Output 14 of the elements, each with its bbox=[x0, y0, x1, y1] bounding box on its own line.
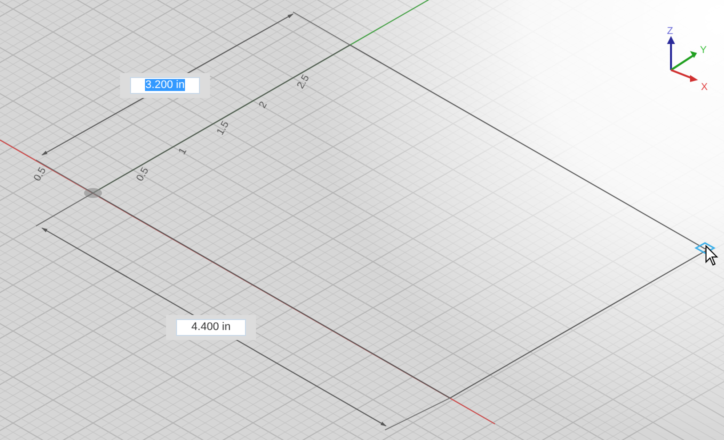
origin-point bbox=[84, 188, 102, 198]
axis-tick-label: 2.5 bbox=[295, 73, 312, 91]
x-axis-label: X bbox=[701, 82, 708, 93]
axis-tick-label: 1.5 bbox=[215, 120, 232, 138]
axis-tick-label: 0.5 bbox=[32, 166, 49, 184]
view-triad-drawing[interactable] bbox=[667, 36, 698, 82]
dimension-input-field[interactable]: 4.400 in bbox=[176, 319, 246, 336]
axis-tick-label: 1 bbox=[176, 146, 190, 157]
axis-tick-label: 0.5 bbox=[134, 166, 152, 184]
y-axis-label: Y bbox=[700, 45, 707, 56]
axis-tick-label: 2 bbox=[257, 100, 270, 110]
cursor-icon bbox=[706, 244, 718, 266]
z-axis-label: Z bbox=[667, 26, 674, 37]
corner-handle-icon[interactable] bbox=[694, 242, 716, 254]
